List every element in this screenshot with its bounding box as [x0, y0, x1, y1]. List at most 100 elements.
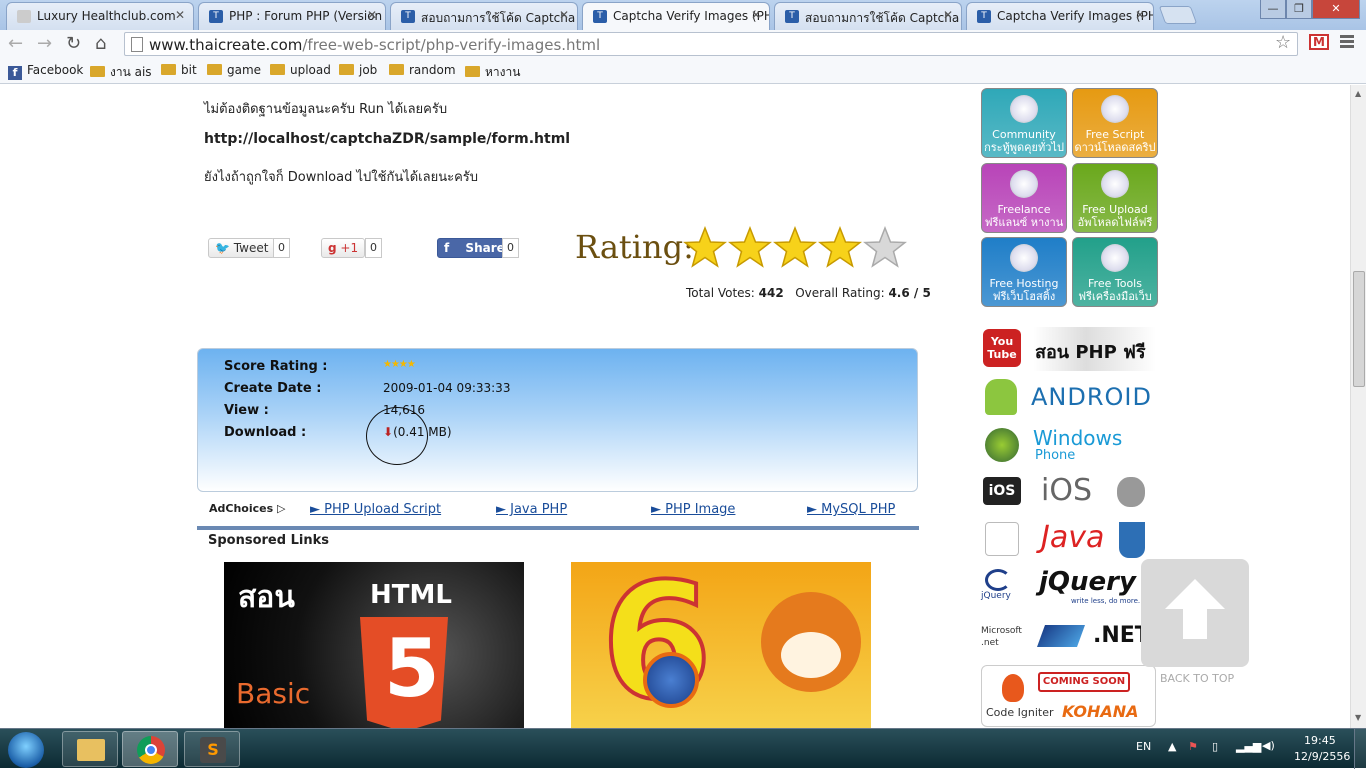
sponsored-links-heading: Sponsored Links [208, 533, 329, 548]
java-logo[interactable]: Java [981, 518, 1156, 562]
sublime-icon: S [200, 737, 226, 763]
ad-link-mysql-php[interactable]: ► MySQL PHP [807, 502, 895, 517]
download-label: Download : [224, 425, 307, 440]
volume-icon[interactable]: ◀) [1262, 739, 1275, 752]
close-icon[interactable]: ✕ [943, 8, 953, 22]
tab-4-active[interactable]: T Captcha Verify Images (PH ✕ [582, 2, 770, 30]
firefox-banner[interactable]: 6 [571, 562, 871, 728]
menu-icon[interactable] [1340, 35, 1354, 50]
windows-phone-logo[interactable]: Windows Phone [981, 424, 1156, 468]
bookmark-folder[interactable]: random [389, 63, 456, 77]
page-icon [17, 10, 31, 23]
minimize-button[interactable]: — [1260, 0, 1286, 19]
youtube-php-logo[interactable]: You Tube สอน PHP ฟรี [981, 327, 1156, 371]
sidebar-button-free-tools[interactable]: Free Tools ฟรีเครื่องมือเว็บ [1072, 237, 1158, 307]
star-filled-icon[interactable] [817, 225, 863, 270]
sidebar-button-community[interactable]: Community กระทู้พูดคุยทั่วไป [981, 88, 1067, 158]
taskbar-sublime[interactable]: S [184, 731, 240, 767]
tab-6[interactable]: T Captcha Verify Images (PH ✕ [966, 2, 1154, 30]
star-filled-icon[interactable] [682, 225, 728, 270]
scrollbar-thumb[interactable] [1353, 271, 1365, 387]
logo-text: iOS [1041, 473, 1092, 508]
url-path: /free-web-script/php-verify-images.html [302, 36, 601, 54]
close-icon[interactable]: ✕ [175, 8, 185, 22]
star-filled-icon[interactable] [772, 225, 818, 270]
logo-text: Java [1041, 520, 1105, 555]
maximize-button[interactable]: ❐ [1286, 0, 1312, 19]
star-empty-icon[interactable] [862, 225, 908, 270]
close-window-button[interactable]: ✕ [1312, 0, 1360, 19]
ios-logo[interactable]: iOS iOS [981, 471, 1156, 515]
sidebar-button-label: Free Tools [1088, 277, 1142, 290]
tab-1[interactable]: Luxury Healthclub.com ✕ [6, 2, 194, 30]
home-icon[interactable]: ⌂ [95, 33, 106, 55]
leaf-icon [1010, 244, 1038, 272]
leaf-icon [1101, 170, 1129, 198]
new-tab-button[interactable] [1158, 6, 1198, 24]
tweet-button[interactable]: 🐦 Tweet [208, 238, 276, 258]
sidebar-button-free-upload[interactable]: Free Upload อัพโหลดไฟล์ฟรี [1072, 163, 1158, 233]
total-votes-value: 442 [758, 286, 784, 300]
clock-time[interactable]: 19:45 [1304, 734, 1336, 747]
android-logo[interactable]: ANDROID [981, 375, 1156, 419]
reload-icon[interactable]: ↻ [66, 33, 81, 55]
adchoices-label[interactable]: AdChoices ▷ [209, 502, 285, 515]
bookmark-folder[interactable]: bit [161, 63, 197, 77]
ad-link-php-image[interactable]: ► PHP Image [651, 502, 735, 517]
show-desktop-button[interactable] [1354, 729, 1366, 769]
action-center-icon[interactable]: ⚑ [1188, 740, 1198, 753]
tab-title: สอบถามการใช้โค้ด Captcha [805, 11, 960, 25]
tab-title: Captcha Verify Images (PH [613, 9, 769, 23]
bookmark-label: random [409, 63, 456, 77]
clock-date[interactable]: 12/9/2556 [1294, 750, 1350, 763]
bookmark-folder[interactable]: หางาน [465, 63, 520, 82]
star-filled-icon[interactable] [727, 225, 773, 270]
close-icon[interactable]: ✕ [1135, 8, 1145, 22]
taskbar-explorer[interactable] [62, 731, 118, 767]
language-indicator[interactable]: EN [1136, 740, 1151, 753]
ad-link-php-upload[interactable]: ► PHP Upload Script [310, 502, 441, 517]
gmail-icon[interactable]: M [1309, 34, 1329, 50]
taskbar-chrome[interactable] [122, 731, 178, 767]
bookmark-star-icon[interactable]: ☆ [1275, 32, 1291, 53]
scroll-down-icon[interactable]: ▼ [1355, 713, 1361, 722]
start-button[interactable] [8, 732, 44, 768]
back-icon[interactable]: ← [8, 33, 23, 55]
close-icon[interactable]: ✕ [751, 8, 761, 22]
jquery-logo[interactable]: jQuery jQuery write less, do more. [981, 567, 1156, 611]
sidebar-button-freelance[interactable]: Freelance ฟรีแลนซ์ หางาน [981, 163, 1067, 233]
back-to-top-button[interactable] [1141, 559, 1249, 667]
device-icon[interactable]: ▯ [1212, 740, 1218, 753]
bookmark-folder[interactable]: งาน ais [90, 63, 152, 82]
address-bar[interactable]: www.thaicreate.com/free-web-script/php-v… [124, 32, 1298, 56]
vertical-scrollbar[interactable]: ▲ ▼ [1350, 85, 1366, 728]
scroll-up-icon[interactable]: ▲ [1355, 89, 1361, 98]
bookmarks-bar: f Facebook งาน ais bit game upload job ra… [0, 58, 1366, 84]
gplus-button[interactable]: g +1 [321, 238, 366, 258]
sidebar-button-free-script[interactable]: Free Script ดาวน์โหลดสคริป [1072, 88, 1158, 158]
codeigniter-kohana-logo[interactable]: Code Igniter COMING SOON KOHANA [981, 665, 1156, 727]
html5-course-banner[interactable]: สอน HTML 5 Basic [224, 562, 524, 728]
chrome-icon-center [145, 744, 157, 756]
sidebar-button-free-hosting[interactable]: Free Hosting ฟรีเว็บโฮสติ้ง [981, 237, 1067, 307]
tab-3[interactable]: T สอบถามการใช้โค้ด Captcha ✕ [390, 2, 578, 30]
bookmark-facebook[interactable]: f Facebook [8, 63, 83, 80]
bookmark-folder[interactable]: game [207, 63, 261, 77]
sidebar-button-label: Free Script [1085, 128, 1145, 141]
adchoices-text: AdChoices [209, 502, 274, 515]
ad-link-java-php[interactable]: ► Java PHP [496, 502, 567, 517]
close-icon[interactable]: ✕ [559, 8, 569, 22]
close-icon[interactable]: ✕ [367, 8, 377, 22]
show-hidden-icons[interactable]: ▲ [1168, 740, 1176, 753]
forward-icon[interactable]: → [37, 33, 52, 55]
bookmark-folder[interactable]: upload [270, 63, 331, 77]
tab-2[interactable]: T PHP : Forum PHP (Version ✕ [198, 2, 386, 30]
facebook-share-button[interactable]: f Share [437, 238, 512, 258]
dotnet-logo[interactable]: Microsoft .net .NET [981, 615, 1156, 659]
bookmark-folder[interactable]: job [339, 63, 377, 77]
tab-5[interactable]: T สอบถามการใช้โค้ด Captcha ✕ [774, 2, 962, 30]
apple-icon [1117, 477, 1145, 507]
thaicreate-icon: T [977, 10, 991, 23]
network-icon[interactable]: ▂▄▆ [1236, 740, 1261, 753]
folder-icon [389, 64, 404, 75]
